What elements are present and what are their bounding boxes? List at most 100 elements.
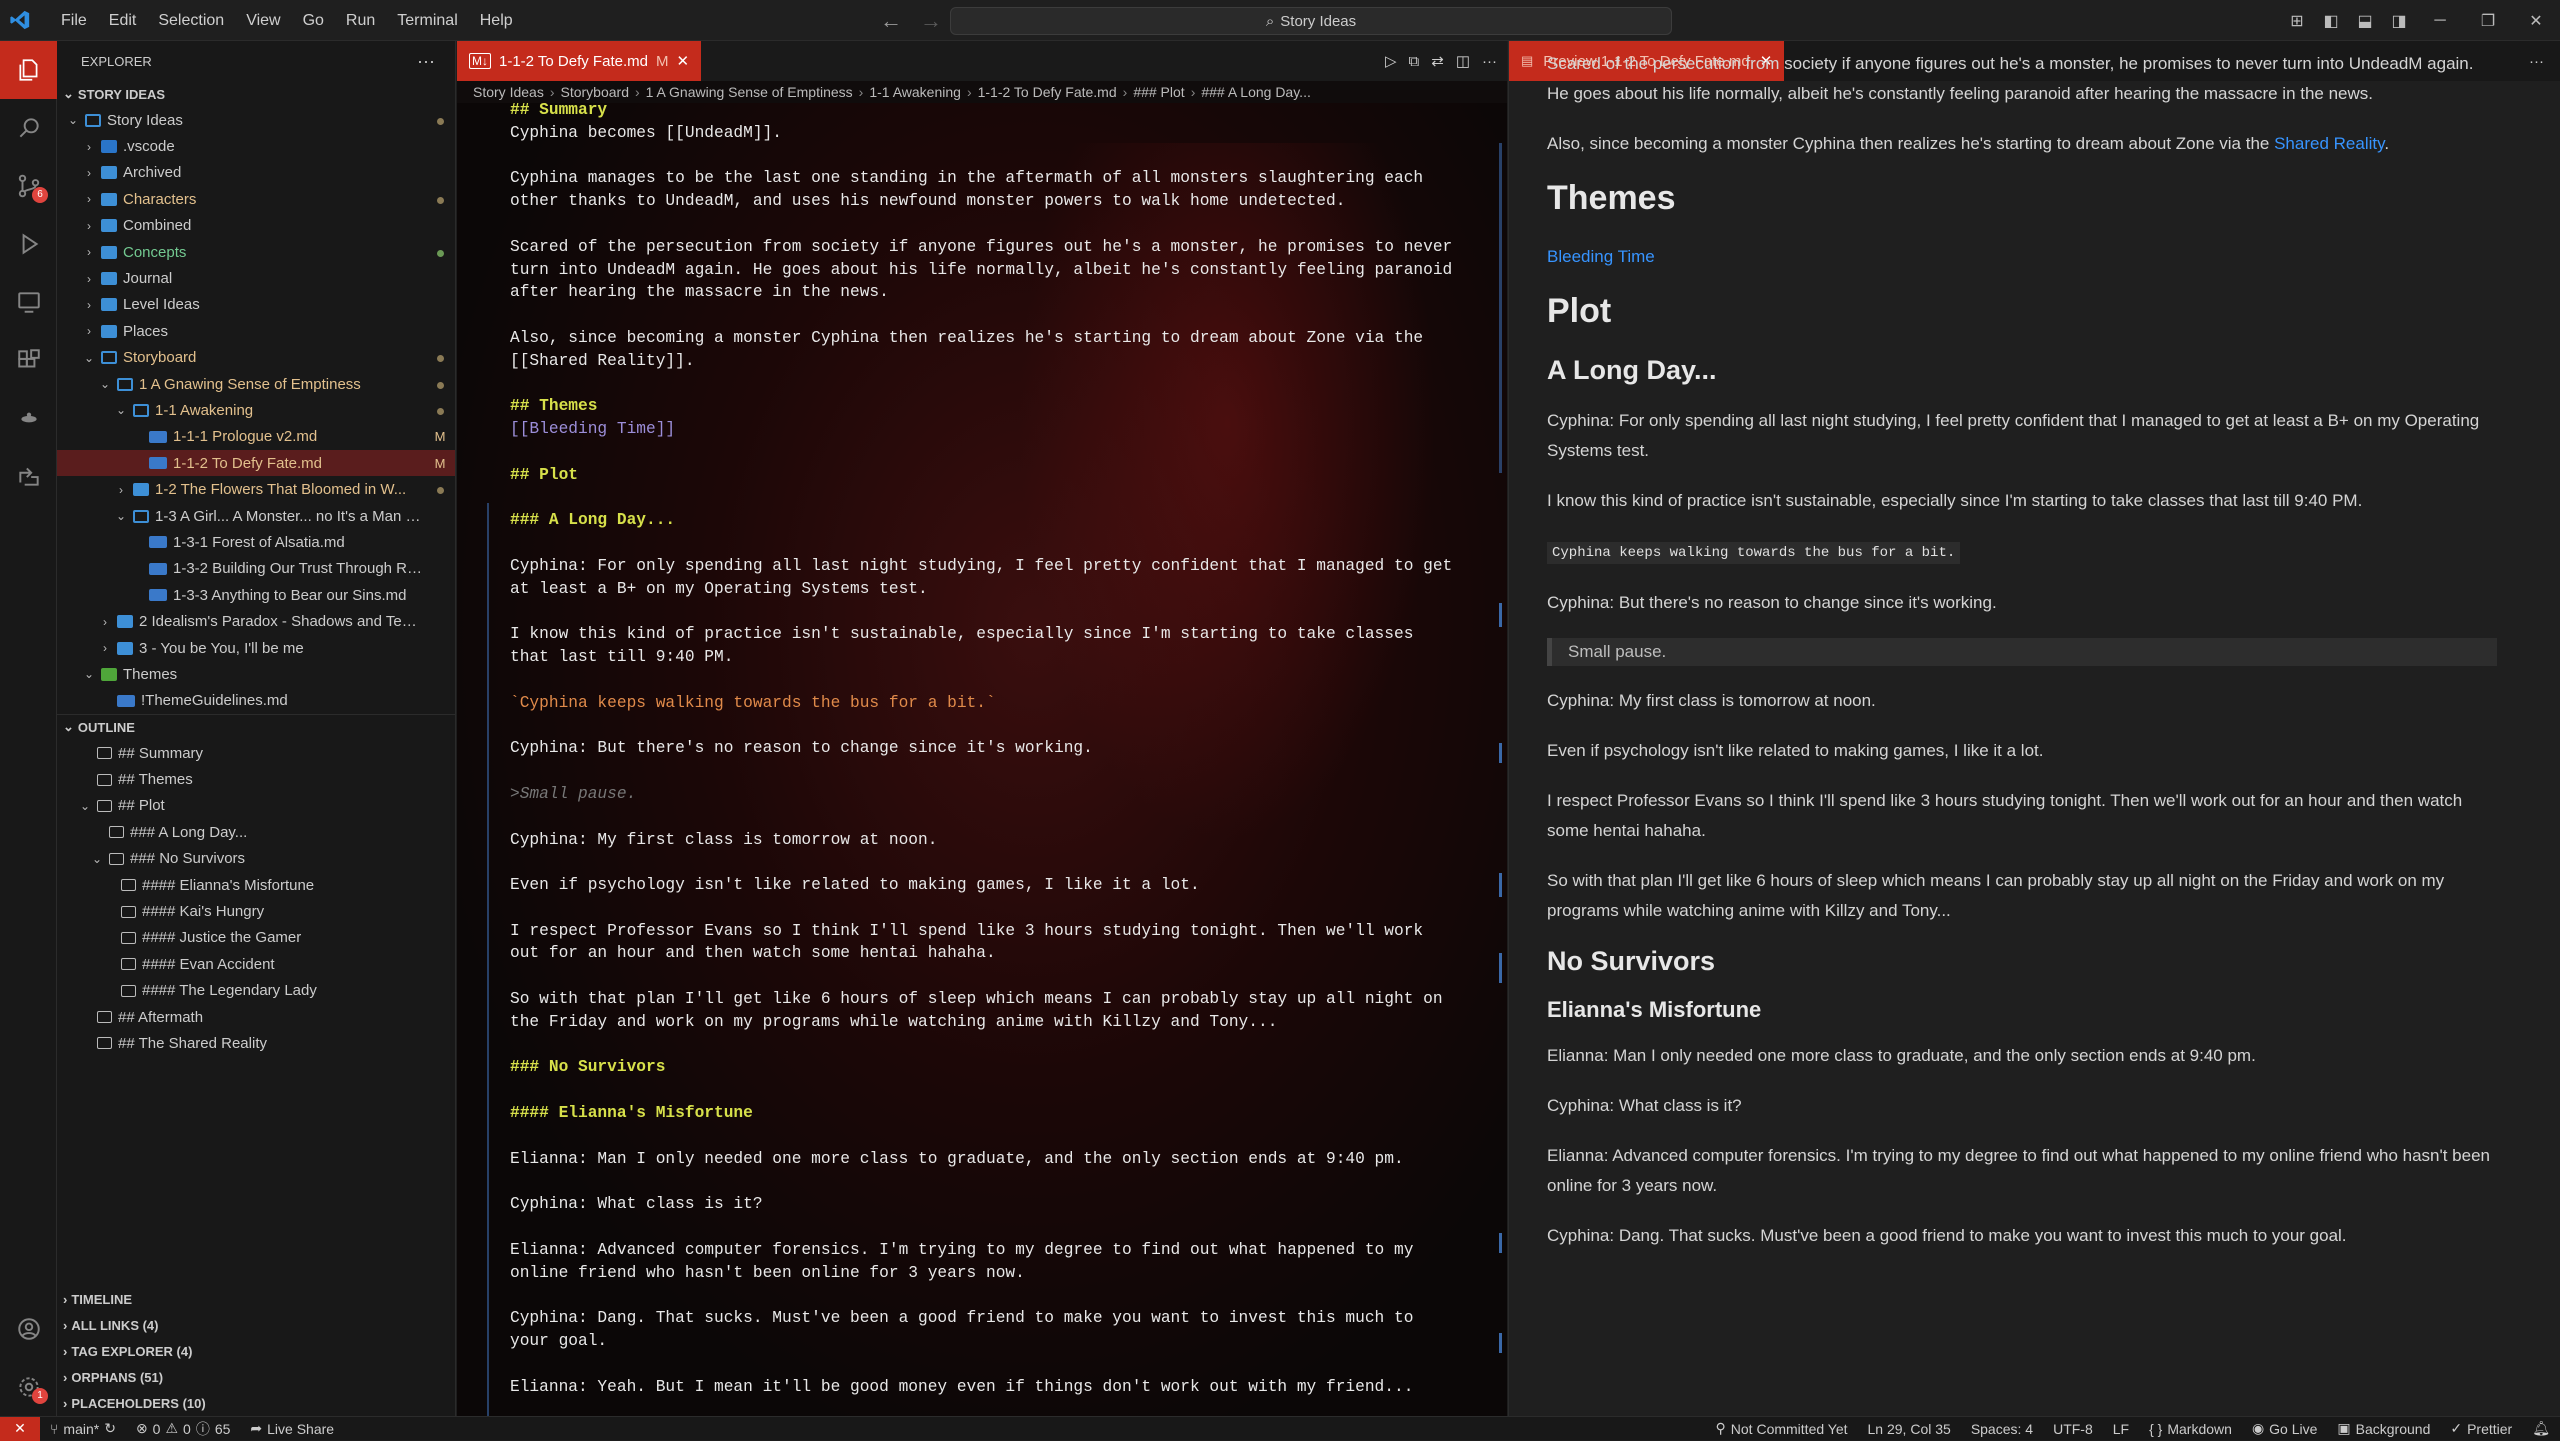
- outline-item[interactable]: ## Themes: [57, 766, 455, 792]
- menu-item-help[interactable]: Help: [469, 0, 524, 41]
- accounts-icon[interactable]: [0, 1300, 57, 1358]
- tree-item[interactable]: › Characters: [57, 186, 455, 212]
- tree-item[interactable]: › Level Ideas: [57, 292, 455, 318]
- encoding[interactable]: UTF-8: [2043, 1420, 2103, 1437]
- customize-layout-icon[interactable]: ⊞: [2280, 11, 2314, 31]
- problems-status[interactable]: ⊗ 0 ⚠ 0 ⓘ 65: [126, 1419, 240, 1439]
- split-editor-icon[interactable]: ◫: [1456, 52, 1470, 70]
- go-live-button[interactable]: ◉ Go Live: [2242, 1420, 2327, 1437]
- wiki-link[interactable]: Shared Reality: [2274, 134, 2384, 153]
- outline-item[interactable]: #### The Legendary Lady: [57, 978, 455, 1004]
- source-control-icon[interactable]: 6: [0, 157, 57, 215]
- menu-item-selection[interactable]: Selection: [147, 0, 235, 41]
- tree-item[interactable]: 1-3-2 Building Our Trust Through Relivin…: [57, 556, 455, 582]
- collapsed-section-header[interactable]: › TAG EXPLORER (4): [57, 1338, 455, 1364]
- outline-item[interactable]: #### Elianna's Misfortune: [57, 872, 455, 898]
- more-actions-icon[interactable]: ···: [417, 51, 435, 72]
- breadcrumb-item[interactable]: 1-1 Awakening: [869, 84, 961, 100]
- tree-item[interactable]: › 1-2 The Flowers That Bloomed in W...: [57, 476, 455, 502]
- outline-item[interactable]: #### Evan Accident: [57, 951, 455, 977]
- breadcrumb-item[interactable]: 1 A Gnawing Sense of Emptiness: [646, 84, 853, 100]
- tree-item[interactable]: ⌄ 1-3 A Girl... A Monster... no It's a Ma…: [57, 503, 455, 529]
- restore-icon[interactable]: ❐: [2464, 11, 2512, 31]
- tree-item[interactable]: ⌄ 1 A Gnawing Sense of Emptiness: [57, 371, 455, 397]
- more-editor-actions-icon[interactable]: ···: [1482, 53, 1497, 70]
- menu-item-run[interactable]: Run: [335, 0, 386, 41]
- extensions-icon[interactable]: [0, 331, 57, 389]
- breadcrumb-item[interactable]: ### Plot: [1133, 84, 1184, 100]
- toggle-sidebar-icon[interactable]: ◧: [2314, 11, 2348, 31]
- toggle-panel-icon[interactable]: ⬓: [2348, 11, 2382, 31]
- tree-item[interactable]: !ThemeGuidelines.md: [57, 688, 455, 714]
- collapsed-section-header[interactable]: › PLACEHOLDERS (10): [57, 1390, 455, 1416]
- menu-item-edit[interactable]: Edit: [98, 0, 148, 41]
- more-preview-actions-icon[interactable]: ···: [2529, 53, 2544, 70]
- git-blame-status[interactable]: ⚲ Not Committed Yet: [1706, 1420, 1858, 1437]
- menu-item-go[interactable]: Go: [292, 0, 335, 41]
- back-arrow-icon[interactable]: ←: [880, 8, 902, 34]
- tree-item[interactable]: › Concepts: [57, 239, 455, 265]
- outline-item[interactable]: ## Aftermath: [57, 1004, 455, 1030]
- collapsed-section-header[interactable]: › ALL LINKS (4): [57, 1312, 455, 1338]
- menu-item-view[interactable]: View: [235, 0, 291, 41]
- eol[interactable]: LF: [2103, 1420, 2139, 1437]
- search-view-icon[interactable]: [0, 99, 57, 157]
- tree-item[interactable]: › .vscode: [57, 133, 455, 159]
- tree-item[interactable]: › Combined: [57, 213, 455, 239]
- tree-item[interactable]: ⌄ Themes: [57, 661, 455, 687]
- outline-item[interactable]: ⌄ ## Plot: [57, 793, 455, 819]
- foam-icon[interactable]: [0, 389, 57, 447]
- tree-item[interactable]: ⌄ 1-1 Awakening: [57, 397, 455, 423]
- wiki-link[interactable]: Bleeding Time: [1547, 247, 1655, 266]
- outline-item[interactable]: ## The Shared Reality: [57, 1030, 455, 1056]
- outline-item[interactable]: ### A Long Day...: [57, 819, 455, 845]
- run-icon[interactable]: ▷: [1385, 52, 1397, 70]
- close-tab-icon[interactable]: ✕: [676, 52, 689, 70]
- minimize-icon[interactable]: ─: [2416, 12, 2464, 30]
- outline-item[interactable]: ⌄ ### No Survivors: [57, 846, 455, 872]
- command-center-search[interactable]: ⌕ Story Ideas: [950, 7, 1672, 35]
- outline-item[interactable]: #### Kai's Hungry: [57, 898, 455, 924]
- cursor-position[interactable]: Ln 29, Col 35: [1858, 1420, 1961, 1437]
- tree-item[interactable]: 1-3-3 Anything to Bear our Sins.md: [57, 582, 455, 608]
- toggle-secondary-sidebar-icon[interactable]: ◨: [2382, 11, 2416, 31]
- live-share-status[interactable]: ➦ Live Share: [240, 1420, 344, 1437]
- outline-section-header[interactable]: ⌄ OUTLINE: [57, 713, 455, 740]
- breadcrumb-item[interactable]: ### A Long Day...: [1201, 84, 1311, 100]
- compare-changes-icon[interactable]: ⇄: [1431, 52, 1444, 70]
- tree-item[interactable]: › Journal: [57, 265, 455, 291]
- language-mode[interactable]: { } Markdown: [2139, 1420, 2242, 1437]
- outline-item[interactable]: #### Justice the Gamer: [57, 925, 455, 951]
- remote-explorer-icon[interactable]: [0, 273, 57, 331]
- remote-indicator-icon[interactable]: ✕: [0, 1416, 40, 1441]
- close-window-icon[interactable]: ✕: [2512, 11, 2560, 31]
- scrollbar-markers[interactable]: [1493, 103, 1507, 1416]
- tree-item[interactable]: › Places: [57, 318, 455, 344]
- editor-tab-active[interactable]: M↓ 1-1-2 To Defy Fate.md M ✕: [457, 41, 702, 81]
- menu-item-terminal[interactable]: Terminal: [386, 0, 468, 41]
- open-preview-icon[interactable]: ⧉: [1409, 53, 1420, 70]
- explorer-icon[interactable]: [0, 41, 57, 99]
- breadcrumb-item[interactable]: Story Ideas: [473, 84, 544, 100]
- tree-item[interactable]: 1-3-1 Forest of Alsatia.md: [57, 529, 455, 555]
- tree-item[interactable]: › 3 - You be You, I'll be me: [57, 635, 455, 661]
- notifications-bell-icon[interactable]: 🔔︎: [2522, 1420, 2560, 1437]
- tree-item[interactable]: › Archived: [57, 160, 455, 186]
- breadcrumb-item[interactable]: Storyboard: [561, 84, 629, 100]
- live-share-icon[interactable]: [0, 447, 57, 505]
- branch-status[interactable]: ⑂ main* ↻: [40, 1420, 126, 1437]
- workspace-section-header[interactable]: ⌄ STORY IDEAS: [57, 81, 455, 107]
- tree-item[interactable]: ⌄ Storyboard: [57, 345, 455, 371]
- tree-item[interactable]: 1-1-1 Prologue v2.md M: [57, 424, 455, 450]
- forward-arrow-icon[interactable]: →: [920, 8, 942, 34]
- collapsed-section-header[interactable]: › TIMELINE: [57, 1286, 455, 1312]
- menu-item-file[interactable]: File: [50, 0, 98, 41]
- prettier-button[interactable]: ✓ Prettier: [2440, 1420, 2522, 1437]
- outline-item[interactable]: ## Summary: [57, 740, 455, 766]
- run-debug-icon[interactable]: [0, 215, 57, 273]
- tree-item[interactable]: › 2 Idealism's Paradox - Shadows and Temp…: [57, 608, 455, 634]
- collapsed-section-header[interactable]: › ORPHANS (51): [57, 1364, 455, 1390]
- breadcrumb-item[interactable]: 1-1-2 To Defy Fate.md: [978, 84, 1117, 100]
- indentation[interactable]: Spaces: 4: [1961, 1420, 2043, 1437]
- code-editor[interactable]: ## Summary Cyphina becomes [[UndeadM]]. Cy…: [457, 103, 1507, 1416]
